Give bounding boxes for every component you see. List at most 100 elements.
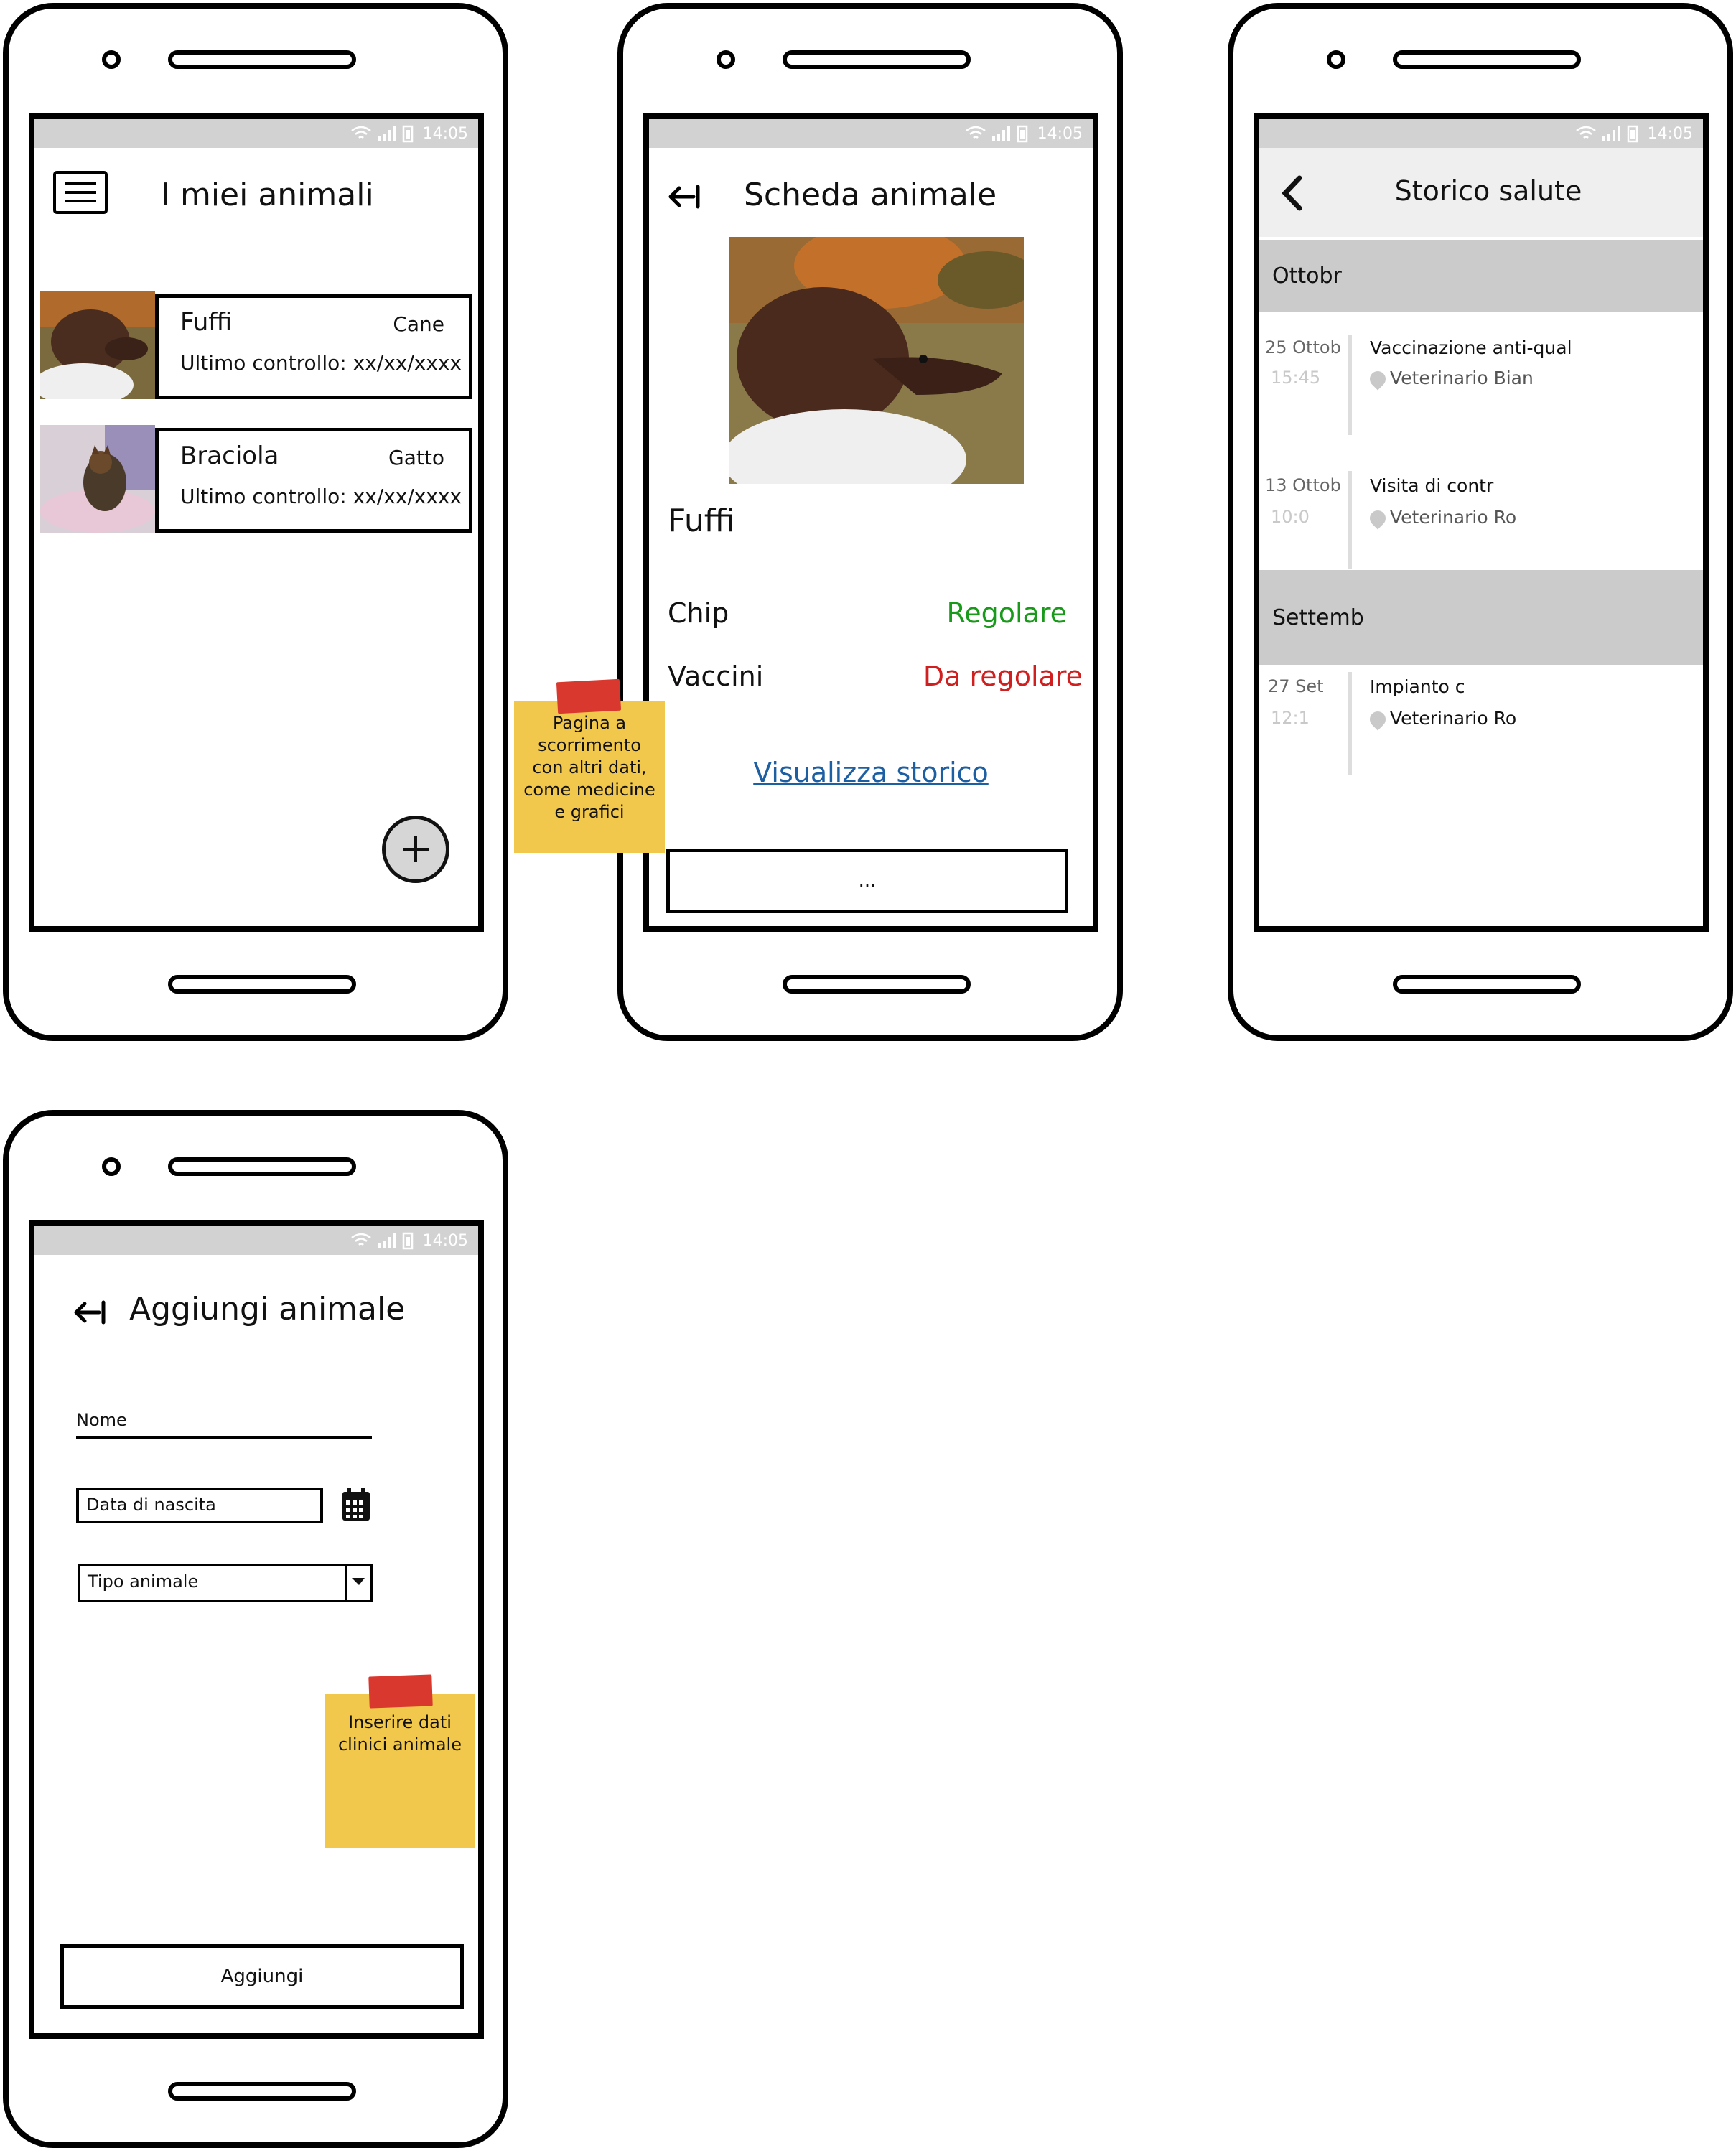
signal-icon [378, 126, 396, 141]
timeline-line [1348, 335, 1352, 435]
add-pet-button[interactable] [382, 816, 449, 883]
status-icons [350, 1231, 414, 1251]
pet-type-placeholder: Tipo animale [88, 1572, 199, 1592]
note-tape [368, 1674, 433, 1709]
speaker-grille [1393, 50, 1581, 69]
location-pin-icon [1366, 368, 1389, 391]
hamburger-menu-icon[interactable] [52, 169, 109, 215]
battery-icon [402, 1232, 414, 1250]
event-title[interactable]: Visita di contr [1370, 475, 1493, 496]
note-text: Inserire dati clinici animale [337, 1712, 462, 1755]
event-date: 27 Set [1268, 676, 1324, 696]
home-button[interactable] [168, 2082, 356, 2101]
camera-icon [102, 1157, 121, 1176]
status-bar: 14:05 [649, 119, 1093, 148]
speaker-grille [168, 50, 356, 69]
timeline-line [1348, 672, 1352, 775]
battery-icon [1627, 125, 1638, 143]
month-header: Ottobr [1259, 240, 1703, 312]
page-title: Storico salute [1394, 175, 1582, 207]
status-icons [1575, 123, 1638, 144]
battery-icon [402, 125, 414, 143]
note-text: Pagina a scorrimento con altri dati, com… [523, 713, 655, 822]
birth-date-field[interactable]: Data di nascita [76, 1488, 323, 1523]
dog-photo [40, 291, 155, 399]
status-time: 14:05 [422, 125, 468, 143]
name-field[interactable]: Nome [76, 1410, 372, 1439]
event-title[interactable]: Impianto c [1370, 676, 1465, 697]
camera-icon [102, 50, 121, 69]
pet-card-body: Braciola Gatto Ultimo controllo: xx/xx/x… [155, 428, 472, 533]
pet-type: Gatto [388, 446, 444, 470]
battery-icon [1017, 125, 1028, 143]
calendar-icon[interactable] [340, 1486, 372, 1523]
chevron-down-icon [352, 1578, 365, 1585]
status-time: 14:05 [422, 1232, 468, 1250]
phone-frame-detail: 14:05 Scheda animale Fuffi Chip Regolare… [617, 3, 1123, 1041]
phone-frame-list: 14:05 I miei animali Fuffi Cane Ultimo c… [3, 3, 508, 1041]
signal-icon [378, 1233, 396, 1248]
home-button[interactable] [168, 975, 356, 994]
home-button[interactable] [1393, 975, 1581, 994]
event-time: 12:1 [1271, 708, 1310, 728]
status-time: 14:05 [1037, 125, 1083, 143]
sticky-note-clinical: Inserire dati clinici animale [325, 1694, 475, 1848]
event-time: 10:0 [1271, 507, 1310, 527]
birth-date-placeholder: Data di nascita [86, 1495, 216, 1515]
more-button[interactable]: ... [666, 849, 1068, 913]
pet-card-braciola[interactable]: Braciola Gatto Ultimo controllo: xx/xx/x… [40, 425, 474, 533]
pet-last-check: Ultimo controllo: xx/xx/xxxx [180, 485, 462, 508]
chip-status: Regolare [946, 597, 1067, 629]
view-history-link[interactable]: Visualizza storico [649, 757, 1093, 788]
pet-type: Cane [393, 312, 444, 336]
event-date: 25 Ottob [1265, 337, 1341, 358]
back-arrow-icon[interactable] [668, 182, 702, 211]
wifi-icon [351, 126, 371, 139]
home-button[interactable] [783, 975, 971, 994]
signal-icon [992, 126, 1010, 141]
wifi-icon [1576, 126, 1596, 139]
pet-card-body: Fuffi Cane Ultimo controllo: xx/xx/xxxx [155, 294, 472, 399]
status-icons [350, 123, 414, 144]
event-date: 13 Ottob [1265, 475, 1341, 495]
pet-card-fuffi[interactable]: Fuffi Cane Ultimo controllo: xx/xx/xxxx [40, 291, 474, 399]
phone-frame-history: 14:05 Storico salute Ottobr 25 Ottob 15:… [1228, 3, 1733, 1041]
page-title: I miei animali [161, 177, 374, 213]
pet-name: Fuffi [180, 308, 233, 337]
page-title: Scheda animale [744, 177, 997, 213]
back-arrow-icon[interactable] [73, 1298, 108, 1327]
name-label: Nome [76, 1410, 127, 1430]
event-place: Veterinario Ro [1366, 708, 1516, 731]
timeline-line [1348, 471, 1352, 569]
wifi-icon [351, 1233, 371, 1246]
chip-label: Chip [668, 597, 729, 629]
screen-add-pet: 14:05 Aggiungi animale Nome Data di nasc… [29, 1220, 484, 2039]
month-header: Settemb [1259, 570, 1703, 665]
screen-health-history: 14:05 Storico salute Ottobr 25 Ottob 15:… [1254, 113, 1709, 932]
status-icons [965, 123, 1028, 144]
location-pin-icon [1366, 507, 1389, 530]
plus-icon [403, 836, 429, 862]
vaccines-status: Da regolare [923, 660, 1083, 692]
add-button[interactable]: Aggiungi [60, 1944, 464, 2009]
vaccines-label: Vaccini [668, 660, 764, 692]
dog-photo [729, 237, 1024, 484]
status-bar: 14:05 [1259, 119, 1703, 148]
camera-icon [1327, 50, 1345, 69]
status-time: 14:05 [1647, 125, 1693, 143]
event-place: Veterinario Ro [1366, 507, 1516, 530]
note-tape [556, 678, 622, 714]
wifi-icon [966, 126, 986, 139]
signal-icon [1602, 126, 1620, 141]
screen-pet-detail: 14:05 Scheda animale Fuffi Chip Regolare… [643, 113, 1098, 932]
status-bar: 14:05 [34, 119, 478, 148]
pet-type-select[interactable]: Tipo animale [78, 1564, 373, 1602]
pet-name: Braciola [180, 442, 279, 470]
phone-frame-add: 14:05 Aggiungi animale Nome Data di nasc… [3, 1110, 508, 2148]
pet-name: Fuffi [668, 503, 735, 539]
dropdown-toggle[interactable] [345, 1566, 370, 1600]
event-title[interactable]: Vaccinazione anti-qual [1370, 337, 1572, 358]
pet-last-check: Ultimo controllo: xx/xx/xxxx [180, 351, 462, 375]
status-bar: 14:05 [34, 1226, 478, 1255]
event-place: Veterinario Bian [1366, 368, 1534, 391]
